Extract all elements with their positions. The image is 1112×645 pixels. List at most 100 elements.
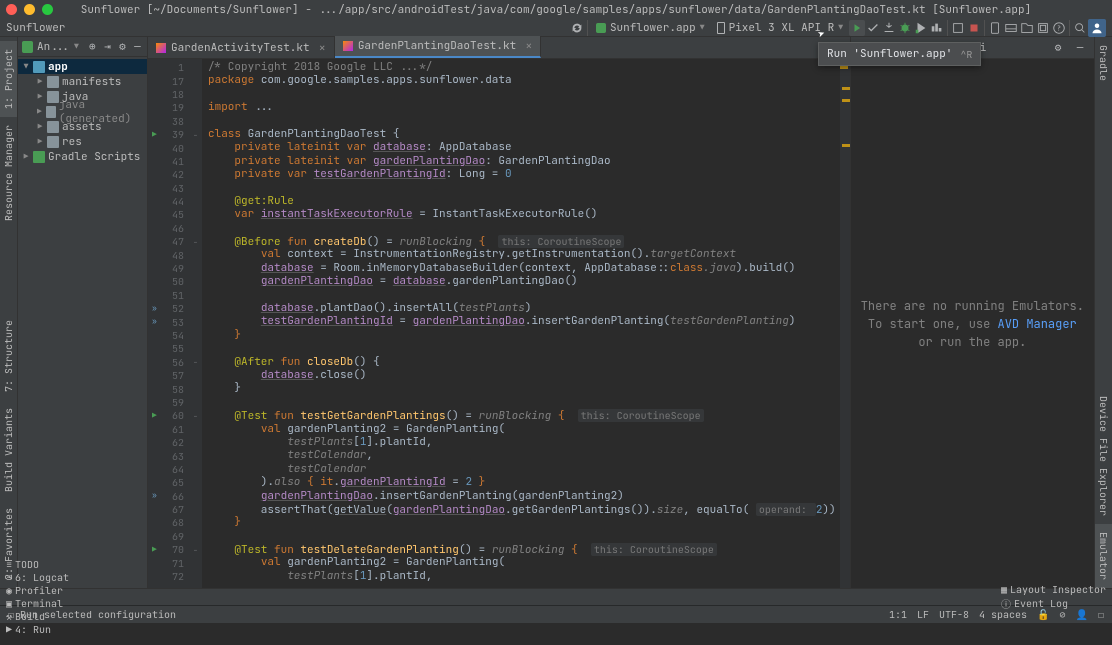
indent-setting[interactable]: 4 spaces (979, 608, 1027, 621)
tree-item-res[interactable]: res (18, 134, 147, 149)
code-line[interactable]: testPlants[1].plantId, (208, 570, 836, 583)
readonlytoggle-icon[interactable]: 🔓 (1037, 608, 1049, 621)
line-number[interactable]: 44 (148, 195, 190, 208)
line-number[interactable]: 40 (148, 141, 190, 154)
fold-toggle[interactable] (190, 222, 201, 235)
close-window-icon[interactable] (6, 4, 17, 15)
code-line[interactable]: } (208, 516, 836, 529)
fold-toggle[interactable] (190, 463, 201, 476)
fold-toggle[interactable] (190, 530, 201, 543)
code-line[interactable] (208, 289, 836, 302)
fold-toggle[interactable] (190, 382, 201, 395)
line-number[interactable]: 67 (148, 503, 190, 516)
line-number[interactable]: 69 (148, 530, 190, 543)
layout-inspector-icon[interactable] (1035, 20, 1051, 36)
code-line[interactable]: gardenPlantingDao.insertGardenPlanting(g… (208, 490, 836, 503)
tree-item-manifests[interactable]: manifests (18, 74, 147, 89)
coverage-icon[interactable] (913, 20, 929, 36)
inspection-icon[interactable]: 👤 (1076, 608, 1088, 621)
warning-mark[interactable] (842, 99, 850, 102)
code-line[interactable]: database.plantDao().insertAll(testPlants… (208, 302, 836, 315)
fold-toggle[interactable] (190, 141, 201, 154)
fold-toggle[interactable] (190, 516, 201, 529)
avd-manager-icon[interactable] (987, 20, 1003, 36)
fold-toggle[interactable] (190, 262, 201, 275)
line-number[interactable]: 42 (148, 168, 190, 181)
line-number[interactable]: 38 (148, 115, 190, 128)
line-number[interactable]: 50 (148, 275, 190, 288)
fold-toggle[interactable] (190, 556, 201, 569)
fold-toggle[interactable]: - (190, 409, 201, 422)
line-number[interactable]: 17 (148, 74, 190, 87)
fold-toggle[interactable] (190, 329, 201, 342)
code-line[interactable] (208, 115, 836, 128)
code-line[interactable]: @After fun closeDb() { (208, 356, 836, 369)
code-line[interactable]: testCalendar (208, 463, 836, 476)
code-line[interactable]: import ... (208, 101, 836, 114)
code-line[interactable]: assertThat(getValue(gardenPlantingDao.ge… (208, 503, 836, 516)
code-line[interactable]: @get:Rule (208, 195, 836, 208)
fold-toggle[interactable] (190, 155, 201, 168)
code-line[interactable]: private var testGardenPlantingId: Long =… (208, 168, 836, 181)
tree-item-app[interactable]: app (18, 59, 147, 74)
line-number[interactable]: 70▶ (148, 543, 190, 556)
line-number[interactable]: 47 (148, 235, 190, 248)
code-line[interactable] (208, 88, 836, 101)
panel-settings-icon[interactable]: ⚙ (1050, 40, 1066, 56)
fold-toggle[interactable] (190, 490, 201, 503)
fold-toggle[interactable] (190, 195, 201, 208)
avd-manager-link[interactable]: AVD Manager (998, 316, 1077, 332)
code-line[interactable]: @Test fun testDeleteGardenPlanting() = r… (208, 543, 836, 556)
line-number[interactable]: 63 (148, 449, 190, 462)
profile-icon[interactable] (929, 20, 945, 36)
tab-gradle[interactable]: Gradle (1095, 37, 1112, 89)
fold-toggle[interactable] (190, 74, 201, 87)
fold-toggle[interactable] (190, 302, 201, 315)
tree-arrow-icon[interactable] (36, 92, 44, 102)
code-line[interactable]: testCalendar, (208, 449, 836, 462)
select-opened-file-icon[interactable]: ⊕ (87, 39, 98, 55)
error-stripe[interactable] (840, 59, 850, 588)
collapse-all-icon[interactable]: ⇥ (102, 39, 113, 55)
fold-toggle[interactable] (190, 208, 201, 221)
run-config-selector[interactable]: Sunflower.app ▼ (590, 19, 711, 37)
tab-device-file-explorer[interactable]: Device File Explorer (1095, 388, 1112, 524)
fold-toggle[interactable]: - (190, 235, 201, 248)
line-number[interactable]: 39▶ (148, 128, 190, 141)
code-line[interactable] (208, 182, 836, 195)
fold-toggle[interactable] (190, 369, 201, 382)
line-number[interactable]: 45 (148, 208, 190, 221)
line-number[interactable]: 18 (148, 88, 190, 101)
fold-toggle[interactable] (190, 275, 201, 288)
debug-button[interactable] (897, 20, 913, 36)
fold-toggle[interactable] (190, 449, 201, 462)
line-number[interactable]: 56 (148, 356, 190, 369)
fold-toggle[interactable] (190, 436, 201, 449)
code-line[interactable]: val gardenPlanting2 = GardenPlanting( (208, 423, 836, 436)
fold-toggle[interactable] (190, 396, 201, 409)
line-number[interactable]: 49 (148, 262, 190, 275)
line-number[interactable]: 58 (148, 382, 190, 395)
line-number[interactable]: 61 (148, 423, 190, 436)
diff-gutter-icon[interactable]: » (152, 491, 157, 501)
sync-gradle-icon[interactable] (569, 20, 585, 36)
run-gutter-icon[interactable]: ▶ (152, 411, 157, 421)
code-line[interactable]: class GardenPlantingDaoTest { (208, 128, 836, 141)
apply-changes-icon[interactable] (865, 20, 881, 36)
resource-manager-icon[interactable] (1019, 20, 1035, 36)
code-line[interactable]: package com.google.samples.apps.sunflowe… (208, 74, 836, 87)
diff-gutter-icon[interactable]: » (152, 304, 157, 314)
code-line[interactable]: } (208, 382, 836, 395)
fold-toggle[interactable] (190, 315, 201, 328)
warning-mark[interactable] (842, 144, 850, 147)
fold-toggle[interactable] (190, 101, 201, 114)
line-number[interactable]: 71 (148, 556, 190, 569)
line-number[interactable]: 60▶ (148, 409, 190, 422)
tab-build-variants[interactable]: Build Variants (0, 400, 17, 500)
fold-toggle[interactable] (190, 115, 201, 128)
code-line[interactable]: private lateinit var database: AppDataba… (208, 141, 836, 154)
hide-panel-icon[interactable]: — (132, 39, 143, 55)
code-line[interactable]: val context = InstrumentationRegistry.ge… (208, 248, 836, 261)
line-number[interactable]: 48 (148, 248, 190, 261)
tool-tab-4-run[interactable]: ▶4: Run (6, 623, 69, 636)
